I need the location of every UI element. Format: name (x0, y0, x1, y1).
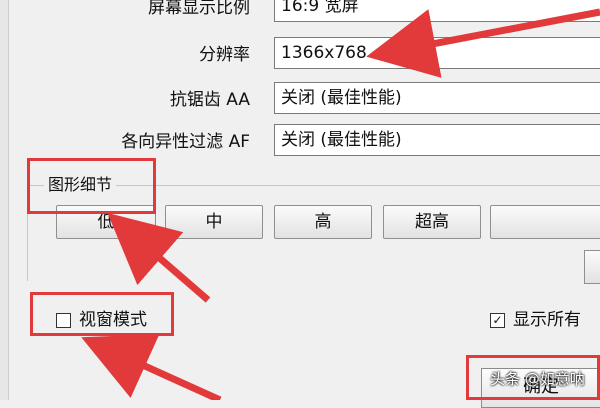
antialias-label: 抗锯齿 AA (169, 90, 250, 110)
quality-high-button[interactable]: 高 (274, 205, 372, 239)
quality-ultra-button[interactable]: 超高 (383, 205, 481, 239)
show-all-checkbox[interactable]: ✓ (490, 312, 505, 328)
resolution-row: 分辨率 1366x768 (8, 37, 600, 71)
resolution-dropdown[interactable]: 1366x768 (274, 37, 600, 69)
window-mode-arrow (81, 334, 222, 400)
show-all-option[interactable]: ✓ 显示所有 (490, 308, 581, 332)
quality-custom-button[interactable] (490, 205, 600, 239)
resolution-label: 分辨率 (199, 45, 250, 65)
anisotropic-label: 各向异性过滤 AF (121, 132, 250, 152)
aspect-ratio-dropdown[interactable]: 16:9 宽屏 (274, 0, 600, 22)
quality-medium-button[interactable]: 中 (165, 205, 263, 239)
antialias-row: 抗锯齿 AA 关闭 (最佳性能) (8, 82, 600, 116)
annotation-box-window-mode (30, 292, 174, 336)
annotation-box-graphics-detail (27, 158, 156, 214)
extra-button[interactable] (584, 250, 600, 284)
aspect-ratio-row: 屏幕显示比例 16:9 宽屏 (8, 0, 600, 24)
annotation-box-ok-button (466, 355, 600, 400)
anisotropic-dropdown[interactable]: 关闭 (最佳性能) (274, 124, 600, 156)
show-all-label: 显示所有 (513, 310, 581, 330)
anisotropic-row: 各向异性过滤 AF 关闭 (最佳性能) (8, 124, 600, 158)
antialias-dropdown[interactable]: 关闭 (最佳性能) (274, 82, 600, 114)
aspect-ratio-label: 屏幕显示比例 (148, 0, 250, 18)
